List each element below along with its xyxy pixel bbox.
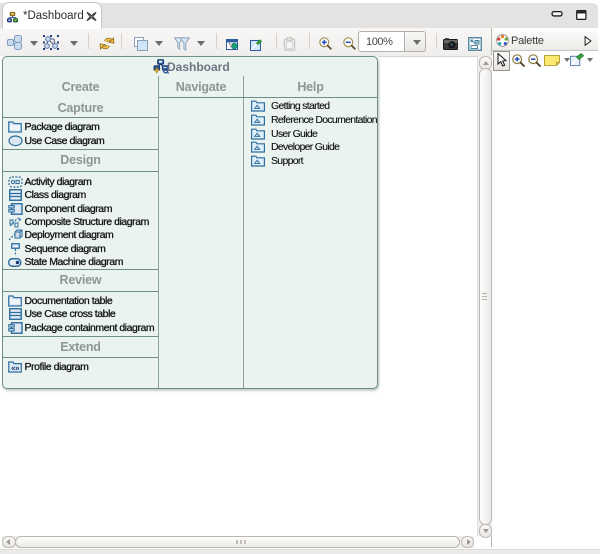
svg-text:«»: «» <box>11 364 20 373</box>
